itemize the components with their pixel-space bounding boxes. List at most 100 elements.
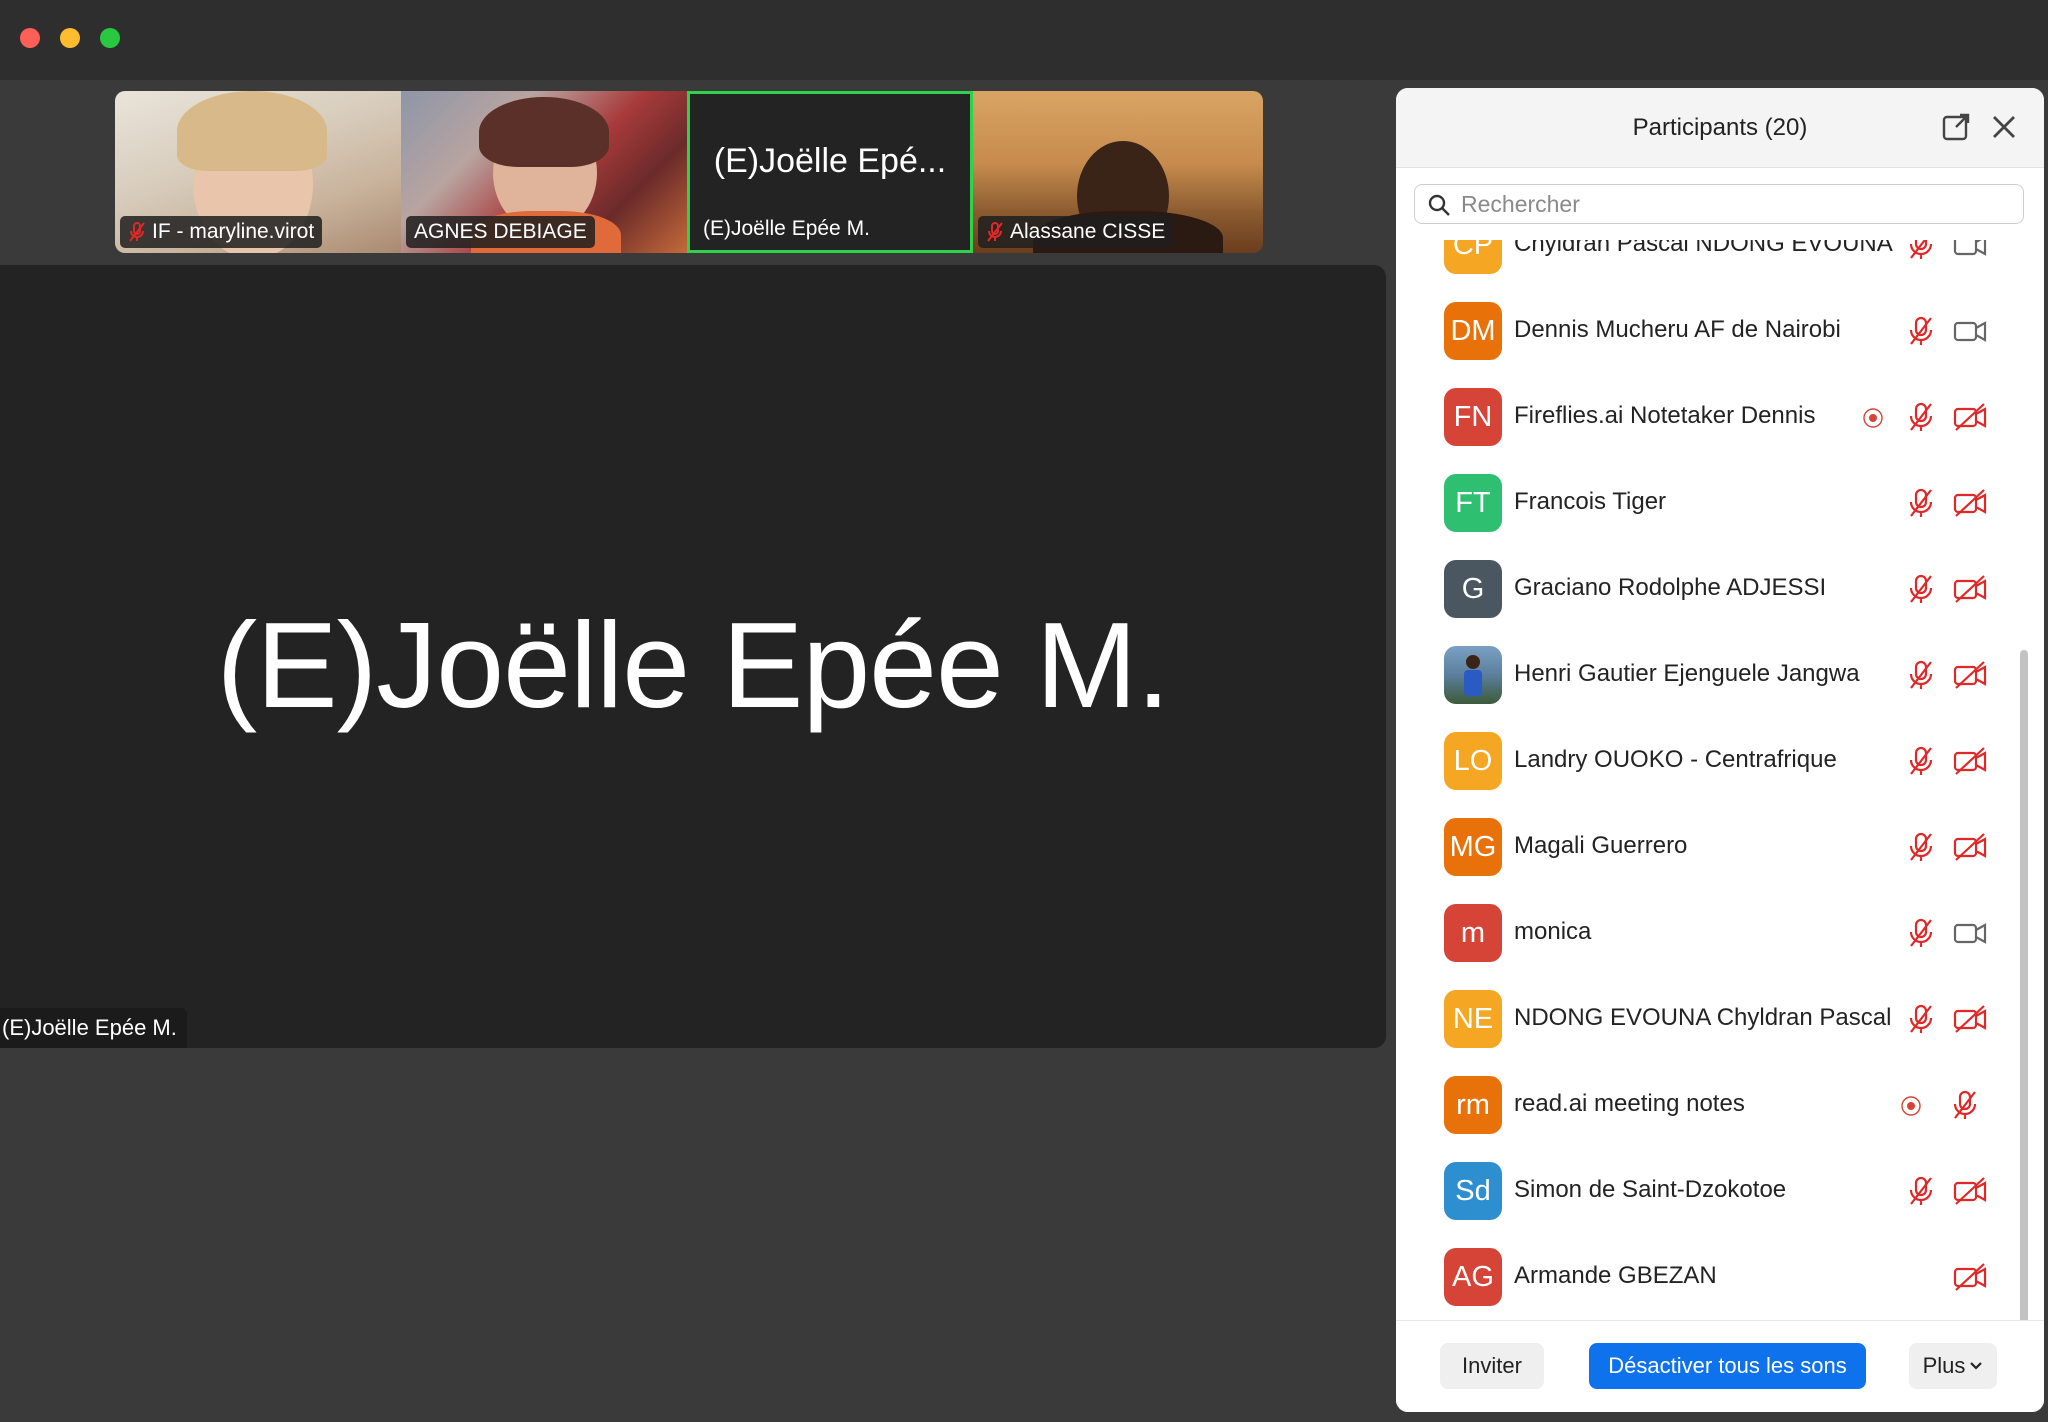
participant-row[interactable]: Henri Gautier Ejenguele Jangwa — [1396, 632, 2024, 718]
participant-row[interactable]: DM Dennis Mucheru AF de Nairobi — [1396, 288, 2024, 374]
title-bar — [0, 0, 2048, 80]
video-off-icon[interactable] — [1952, 744, 1988, 778]
participant-initials: FN — [1453, 400, 1493, 433]
mic-muted-icon[interactable] — [1904, 744, 1938, 778]
video-off-icon[interactable] — [1952, 1260, 1988, 1294]
participant-avatar: DM — [1444, 302, 1502, 360]
participants-panel: Participants (20) CP Chyldran Pascal NDON… — [1396, 88, 2044, 1412]
participant-name: Chyldran Pascal NDONG EVOUNA — [1514, 240, 1893, 257]
more-button-label: Plus — [1922, 1353, 1966, 1378]
close-window-button[interactable] — [20, 28, 40, 48]
participant-list-scrollbar[interactable] — [2020, 650, 2028, 1395]
mic-muted-icon — [129, 222, 145, 242]
mic-muted-icon[interactable] — [1904, 572, 1938, 606]
participants-panel-header: Participants (20) — [1396, 88, 2044, 168]
participant-avatar: AG — [1444, 1248, 1502, 1306]
participant-name: Francois Tiger — [1514, 488, 1667, 515]
participant-row[interactable]: MG Magali Guerrero — [1396, 804, 2024, 890]
video-off-icon[interactable] — [1952, 830, 1988, 864]
video-on-icon[interactable] — [1952, 240, 1988, 262]
pop-out-icon[interactable] — [1941, 112, 1971, 142]
active-speaker-video[interactable]: (E)Joëlle Epée M. (E)Joëlle Epée M. — [0, 265, 1386, 1048]
participant-initials: FT — [1455, 486, 1491, 519]
thumbnail-name-label: AGNES DEBIAGE — [406, 216, 595, 248]
participant-avatar-photo — [1444, 646, 1502, 704]
active-speaker-label: (E)Joëlle Epée M. — [0, 1008, 187, 1048]
participant-initials: DM — [1450, 314, 1496, 347]
invite-button[interactable]: Inviter — [1440, 1343, 1544, 1389]
participant-name: NDONG EVOUNA Chyldran Pascal — [1514, 1004, 1892, 1031]
thumbnail-name-label: (E)Joëlle Epée M. — [695, 213, 878, 245]
video-off-icon[interactable] — [1952, 1002, 1988, 1036]
video-off-icon[interactable] — [1952, 1174, 1988, 1208]
thumbnail-name: (E)Joëlle Epée M. — [703, 217, 870, 240]
video-on-icon[interactable] — [1952, 916, 1988, 950]
participant-row[interactable]: AG Armande GBEZAN — [1396, 1234, 2024, 1320]
mic-muted-icon[interactable] — [1904, 400, 1938, 434]
thumbnail-name-label: Alassane CISSE — [978, 216, 1174, 248]
participant-avatar: rm — [1444, 1076, 1502, 1134]
video-thumbnail-active-speaker[interactable]: (E)Joëlle Epé... (E)Joëlle Epée M. — [687, 91, 973, 253]
participant-name: Fireflies.ai Notetaker Dennis — [1514, 402, 1816, 429]
video-off-icon[interactable] — [1952, 572, 1988, 606]
video-off-icon[interactable] — [1952, 658, 1988, 692]
participant-name: Graciano Rodolphe ADJESSI — [1514, 574, 1827, 601]
participant-initials: Sd — [1455, 1174, 1491, 1207]
mic-muted-icon[interactable] — [1904, 830, 1938, 864]
recording-icon — [1901, 1096, 1921, 1116]
participant-name: Magali Guerrero — [1514, 832, 1688, 859]
participant-row[interactable]: CP Chyldran Pascal NDONG EVOUNA — [1396, 240, 2024, 288]
participant-name: Henri Gautier Ejenguele Jangwa — [1514, 660, 1860, 687]
participant-list: CP Chyldran Pascal NDONG EVOUNA DM Dennis … — [1396, 240, 2024, 1405]
participant-name: read.ai meeting notes — [1514, 1090, 1745, 1117]
thumbnail-center-name: (E)Joëlle Epé... — [713, 142, 947, 180]
participant-name: monica — [1514, 918, 1592, 945]
mic-muted-icon[interactable] — [1904, 1002, 1938, 1036]
minimize-window-button[interactable] — [60, 28, 80, 48]
participant-row[interactable]: G Graciano Rodolphe ADJESSI — [1396, 546, 2024, 632]
participant-row[interactable]: rm read.ai meeting notes — [1396, 1062, 2024, 1148]
chevron-down-icon — [1970, 1362, 1983, 1370]
participant-name: Landry OUOKO - Centrafrique — [1514, 746, 1837, 773]
participant-initials: m — [1460, 916, 1486, 949]
mic-muted-icon[interactable] — [1904, 314, 1938, 348]
participant-avatar: MG — [1444, 818, 1502, 876]
participant-row[interactable]: FN Fireflies.ai Notetaker Dennis — [1396, 374, 2024, 460]
participant-avatar: Sd — [1444, 1162, 1502, 1220]
mic-muted-icon[interactable] — [1904, 916, 1938, 950]
participant-hair — [479, 97, 609, 167]
mic-muted-icon[interactable] — [1904, 486, 1938, 520]
mic-muted-icon[interactable] — [1904, 240, 1938, 262]
video-off-icon[interactable] — [1952, 486, 1988, 520]
active-speaker-label-text: (E)Joëlle Epée M. — [2, 1015, 177, 1040]
participant-row[interactable]: FT Francois Tiger — [1396, 460, 2024, 546]
video-on-icon[interactable] — [1952, 314, 1988, 348]
participant-name: Simon de Saint-Dzokotoe — [1514, 1176, 1787, 1203]
participant-initials: G — [1461, 572, 1485, 605]
mute-all-button[interactable]: Désactiver tous les sons — [1589, 1343, 1866, 1389]
mic-muted-icon — [987, 222, 1003, 242]
thumbnail-name: IF - maryline.virot — [152, 220, 315, 243]
zoom-window-button[interactable] — [100, 28, 120, 48]
participant-initials: MG — [1449, 830, 1497, 863]
search-box[interactable] — [1414, 184, 2024, 224]
participant-row[interactable]: Sd Simon de Saint-Dzokotoe — [1396, 1148, 2024, 1234]
video-thumbnail[interactable]: AGNES DEBIAGE — [401, 91, 687, 253]
close-icon[interactable] — [1989, 112, 2019, 142]
video-off-icon[interactable] — [1952, 400, 1988, 434]
mic-muted-icon[interactable] — [1904, 658, 1938, 692]
participant-hair — [177, 91, 327, 171]
participant-name: Armande GBEZAN — [1514, 1262, 1717, 1289]
participant-row[interactable]: LO Landry OUOKO - Centrafrique — [1396, 718, 2024, 804]
participant-initials: NE — [1452, 1002, 1494, 1035]
mic-muted-icon[interactable] — [1904, 1174, 1938, 1208]
video-thumbnail[interactable]: Alassane CISSE — [973, 91, 1263, 253]
video-thumbnail[interactable]: IF - maryline.virot — [115, 91, 401, 253]
more-button[interactable]: Plus — [1909, 1343, 1997, 1389]
participant-row[interactable]: m monica — [1396, 890, 2024, 976]
person-photo-icon — [1464, 655, 1482, 696]
search-input[interactable] — [1461, 185, 2011, 223]
mic-muted-icon[interactable] — [1948, 1088, 1982, 1122]
participant-avatar: NE — [1444, 990, 1502, 1048]
participant-row[interactable]: NE NDONG EVOUNA Chyldran Pascal — [1396, 976, 2024, 1062]
